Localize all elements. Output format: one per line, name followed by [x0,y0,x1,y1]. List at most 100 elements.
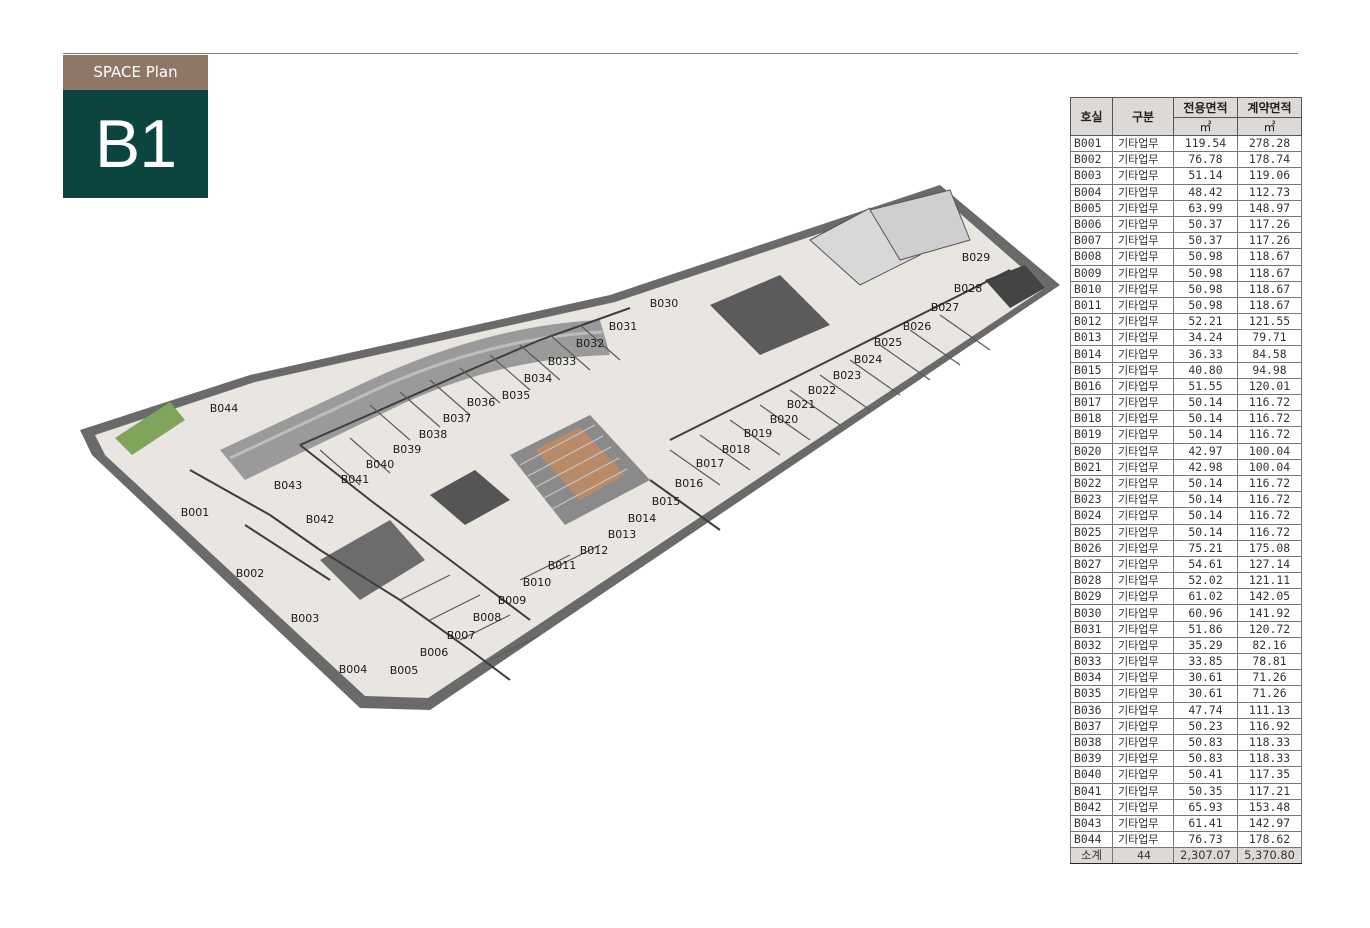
cell-category: 기타업무 [1112,652,1174,671]
col-contract-unit: ㎡ [1237,117,1302,136]
cell-exclusive-area: 50.98 [1173,296,1238,315]
unit-label: B006 [420,646,449,659]
cell-room: B035 [1070,685,1113,703]
cell-category: 기타업무 [1112,507,1174,525]
cell-exclusive-area: 50.14 [1173,491,1238,509]
unit-label: B028 [954,282,983,295]
cell-contract-area: 116.72 [1237,426,1302,444]
cell-exclusive-area: 76.73 [1173,831,1238,849]
cell-contract-area: 116.72 [1237,393,1302,412]
cell-exclusive-area: 42.98 [1173,458,1238,476]
cell-contract-area: 71.26 [1237,669,1302,687]
cell-contract-area: 71.26 [1237,685,1302,703]
col-exclusive-area-header: 전용면적 [1173,97,1238,118]
cell-category: 기타업무 [1112,539,1174,557]
cell-exclusive-area: 61.02 [1173,588,1238,606]
table-row: B013 기타업무 34.24 79.71 [1070,329,1302,347]
cell-exclusive-area: 50.41 [1173,766,1238,784]
cell-exclusive-area: 50.14 [1173,507,1238,525]
cell-category: 기타업무 [1112,361,1174,379]
cell-category: 기타업무 [1112,248,1174,266]
table-row: B022 기타업무 50.14 116.72 [1070,474,1302,493]
table-row: B008 기타업무 50.98 118.67 [1070,248,1302,266]
cell-exclusive-area: 50.37 [1173,232,1238,250]
cell-category: 기타업무 [1112,377,1174,396]
table-row: B035 기타업무 30.61 71.26 [1070,685,1302,703]
table-row: B038 기타업무 50.83 118.33 [1070,733,1302,752]
cell-exclusive-area: 76.78 [1173,151,1238,169]
cell-category: 기타업무 [1112,636,1174,655]
cell-room: B005 [1070,199,1113,217]
cell-category: 기타업무 [1112,782,1174,800]
cell-room: B018 [1070,410,1113,428]
cell-room: B032 [1070,636,1113,655]
cell-category: 기타업무 [1112,604,1174,622]
floor-plan: B001 B002 B003 B004 B005 B006 B007 B008 B009 B010… [70,180,1060,720]
cell-contract-area: 119.06 [1237,167,1302,185]
cell-exclusive-area: 35.29 [1173,636,1238,655]
cell-exclusive-area: 50.83 [1173,750,1238,768]
table-row: B017 기타업무 50.14 116.72 [1070,393,1302,412]
cell-category: 기타업무 [1112,685,1174,703]
cell-category: 기타업무 [1112,620,1174,638]
table-row: B036 기타업무 47.74 111.13 [1070,701,1302,719]
table-row: B003 기타업무 51.14 119.06 [1070,167,1302,185]
table-row: B027 기타업무 54.61 127.14 [1070,555,1302,574]
table-row: B040 기타업무 50.41 117.35 [1070,766,1302,784]
col-exclusive-unit: ㎡ [1173,117,1238,136]
unit-label: B014 [628,512,657,525]
cell-category: 기타업무 [1112,426,1174,444]
cell-category: 기타업무 [1112,410,1174,428]
unit-label: B029 [962,251,991,264]
cell-category: 기타업무 [1112,831,1174,849]
cell-contract-area: 116.72 [1237,523,1302,541]
cell-category: 기타업무 [1112,183,1174,201]
cell-room: B007 [1070,232,1113,250]
table-row: B009 기타업무 50.98 118.67 [1070,264,1302,282]
cell-room: B031 [1070,620,1113,638]
table-row: B011 기타업무 50.98 118.67 [1070,296,1302,315]
cell-exclusive-area: 54.61 [1173,555,1238,574]
total-contract-area: 5,370.80 [1237,847,1302,865]
cell-room: B019 [1070,426,1113,444]
floor-plan-drawing: B001 B002 B003 B004 B005B006 B007 B008 B009 B010… [80,185,1060,710]
cell-room: B015 [1070,361,1113,379]
cell-exclusive-area: 119.54 [1173,134,1238,153]
unit-label: B035 [502,389,531,402]
cell-contract-area: 116.72 [1237,410,1302,428]
table-row: B025 기타업무 50.14 116.72 [1070,523,1302,541]
cell-exclusive-area: 40.80 [1173,361,1238,379]
table-row: B007 기타업무 50.37 117.26 [1070,232,1302,250]
cell-contract-area: 127.14 [1237,555,1302,574]
col-room-header: 호실 [1070,97,1113,136]
cell-contract-area: 117.35 [1237,766,1302,784]
cell-room: B017 [1070,393,1113,412]
unit-label: B003 [291,612,320,625]
cell-contract-area: 94.98 [1237,361,1302,379]
col-contract-area-header: 계약면적 [1237,97,1302,118]
table-row: B019 기타업무 50.14 116.72 [1070,426,1302,444]
cell-category: 기타업무 [1112,588,1174,606]
cell-exclusive-area: 50.23 [1173,717,1238,735]
cell-exclusive-area: 50.35 [1173,782,1238,800]
cell-room: B012 [1070,313,1113,331]
cell-contract-area: 116.72 [1237,474,1302,493]
unit-label: B040 [366,458,395,471]
cell-exclusive-area: 60.96 [1173,604,1238,622]
table-row: B041 기타업무 50.35 117.21 [1070,782,1302,800]
cell-room: B003 [1070,167,1113,185]
cell-contract-area: 116.72 [1237,507,1302,525]
cell-contract-area: 117.26 [1237,215,1302,234]
table-row: B015 기타업무 40.80 94.98 [1070,361,1302,379]
space-plan-tag: SPACE Plan [63,55,208,90]
table-row: B002 기타업무 76.78 178.74 [1070,151,1302,169]
cell-contract-area: 118.33 [1237,750,1302,768]
unit-label: B007 [447,629,476,642]
unit-label: B018 [722,443,751,456]
cell-contract-area: 141.92 [1237,604,1302,622]
unit-label: B026 [903,320,932,333]
cell-room: B024 [1070,507,1113,525]
cell-category: 기타업무 [1112,458,1174,476]
cell-category: 기타업무 [1112,151,1174,169]
unit-label: B011 [548,559,577,572]
